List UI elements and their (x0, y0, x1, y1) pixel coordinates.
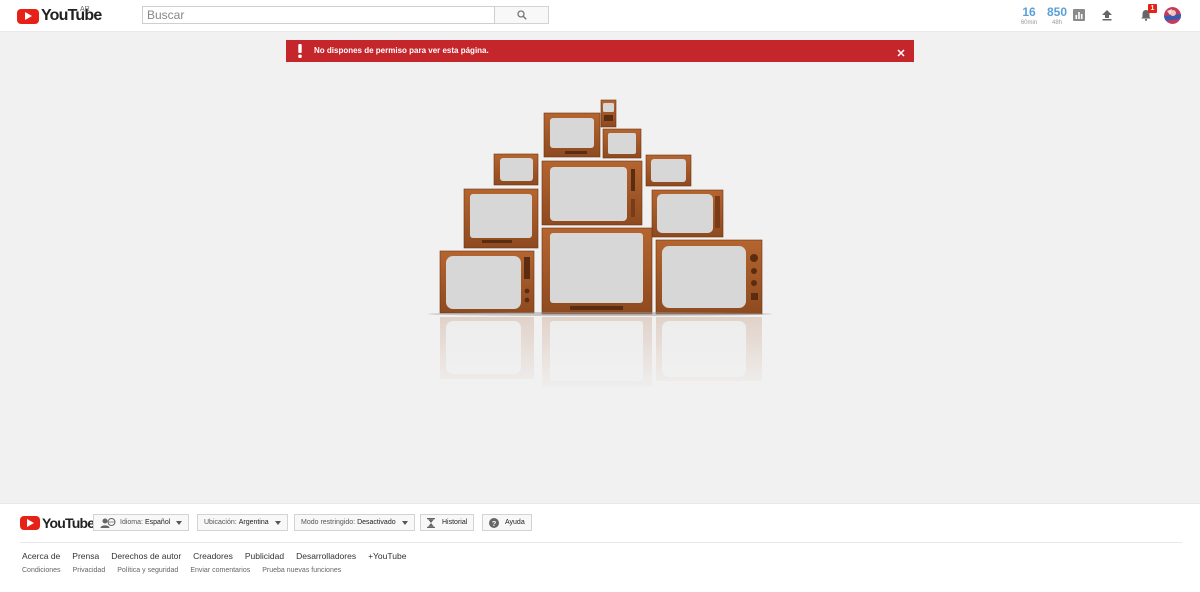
search-input[interactable] (142, 6, 495, 24)
stat-views-60min[interactable]: 16 60min (1019, 6, 1039, 27)
footer-link-plus-youtube[interactable]: +YouTube (368, 551, 406, 561)
upload-icon (1102, 10, 1112, 21)
alert-message: No dispones de permiso para ver esta pág… (314, 46, 489, 55)
avatar-image (1164, 7, 1181, 24)
location-label: Ubicación: (204, 519, 237, 526)
location-button[interactable]: Ubicación: Argentina (197, 514, 288, 531)
history-button[interactable]: Historial (420, 514, 475, 531)
footer: YouTube Idioma: Español Ubicación: Argen… (0, 503, 1200, 592)
footer-link-privacy[interactable]: Privacidad (73, 567, 106, 574)
restricted-mode-value: Desactivado (357, 519, 396, 526)
avatar[interactable] (1164, 7, 1181, 24)
help-button[interactable]: ? Ayuda (482, 514, 532, 531)
footer-youtube-logo[interactable]: YouTube (20, 515, 95, 531)
history-label: Historial (442, 519, 468, 526)
stat-label: 60min (1020, 20, 1038, 26)
chevron-down-icon (401, 520, 408, 525)
footer-link-advertising[interactable]: Publicidad (245, 551, 284, 561)
error-alert: No dispones de permiso para ver esta pág… (286, 40, 914, 62)
analytics-icon (1073, 9, 1085, 21)
tv-group (428, 99, 772, 316)
upload-button[interactable] (1099, 7, 1115, 23)
footer-link-about[interactable]: Acerca de (22, 551, 60, 561)
stat-value: 850 (1046, 5, 1068, 19)
footer-link-test-features[interactable]: Prueba nuevas funciones (262, 567, 341, 574)
youtube-play-icon (20, 516, 40, 530)
svg-text:?: ? (492, 519, 497, 528)
exclamation-icon (298, 44, 302, 58)
tv-stack-illustration (420, 99, 780, 395)
language-value: Español (144, 519, 171, 526)
language-icon (100, 517, 116, 528)
footer-link-terms[interactable]: Condiciones (22, 567, 61, 574)
help-label: Ayuda (505, 519, 525, 526)
footer-links: Acerca de Prensa Derechos de autor Cread… (22, 551, 406, 561)
footer-link-send-feedback[interactable]: Enviar comentarios (190, 567, 250, 574)
footer-link-press[interactable]: Prensa (72, 551, 99, 561)
search-button[interactable] (495, 6, 549, 24)
stat-value: 16 (1022, 5, 1036, 19)
footer-logo-text: YouTube (42, 515, 95, 531)
help-icon: ? (489, 517, 499, 528)
footer-link-policy-safety[interactable]: Política y seguridad (117, 567, 178, 574)
chevron-down-icon (274, 520, 281, 525)
footer-link-developers[interactable]: Desarrolladores (296, 551, 356, 561)
close-icon[interactable] (897, 49, 905, 57)
restricted-mode-button[interactable]: Modo restringido: Desactivado (294, 514, 415, 531)
hourglass-icon (427, 517, 435, 528)
chevron-down-icon (176, 520, 183, 525)
restricted-mode-label: Modo restringido: (301, 519, 356, 526)
logo-text: YouTube (41, 7, 102, 24)
stat-label: 48h (1051, 20, 1062, 26)
footer-sublinks: Condiciones Privacidad Política y seguri… (22, 567, 341, 574)
notification-badge: 1 (1148, 4, 1157, 13)
masthead: YouTube AR 16 60min 850 48h (0, 0, 1200, 32)
youtube-play-icon (17, 8, 39, 24)
footer-link-copyright[interactable]: Derechos de autor (111, 551, 181, 561)
language-button[interactable]: Idioma: Español (93, 514, 190, 531)
footer-divider (20, 542, 1182, 543)
footer-link-creators[interactable]: Creadores (193, 551, 233, 561)
country-code: AR (80, 6, 90, 13)
analytics-button[interactable] (1071, 7, 1087, 23)
location-value: Argentina (238, 519, 269, 526)
language-label: Idioma: (120, 519, 143, 526)
search-icon (516, 10, 527, 20)
stat-views-48h[interactable]: 850 48h (1045, 6, 1069, 27)
